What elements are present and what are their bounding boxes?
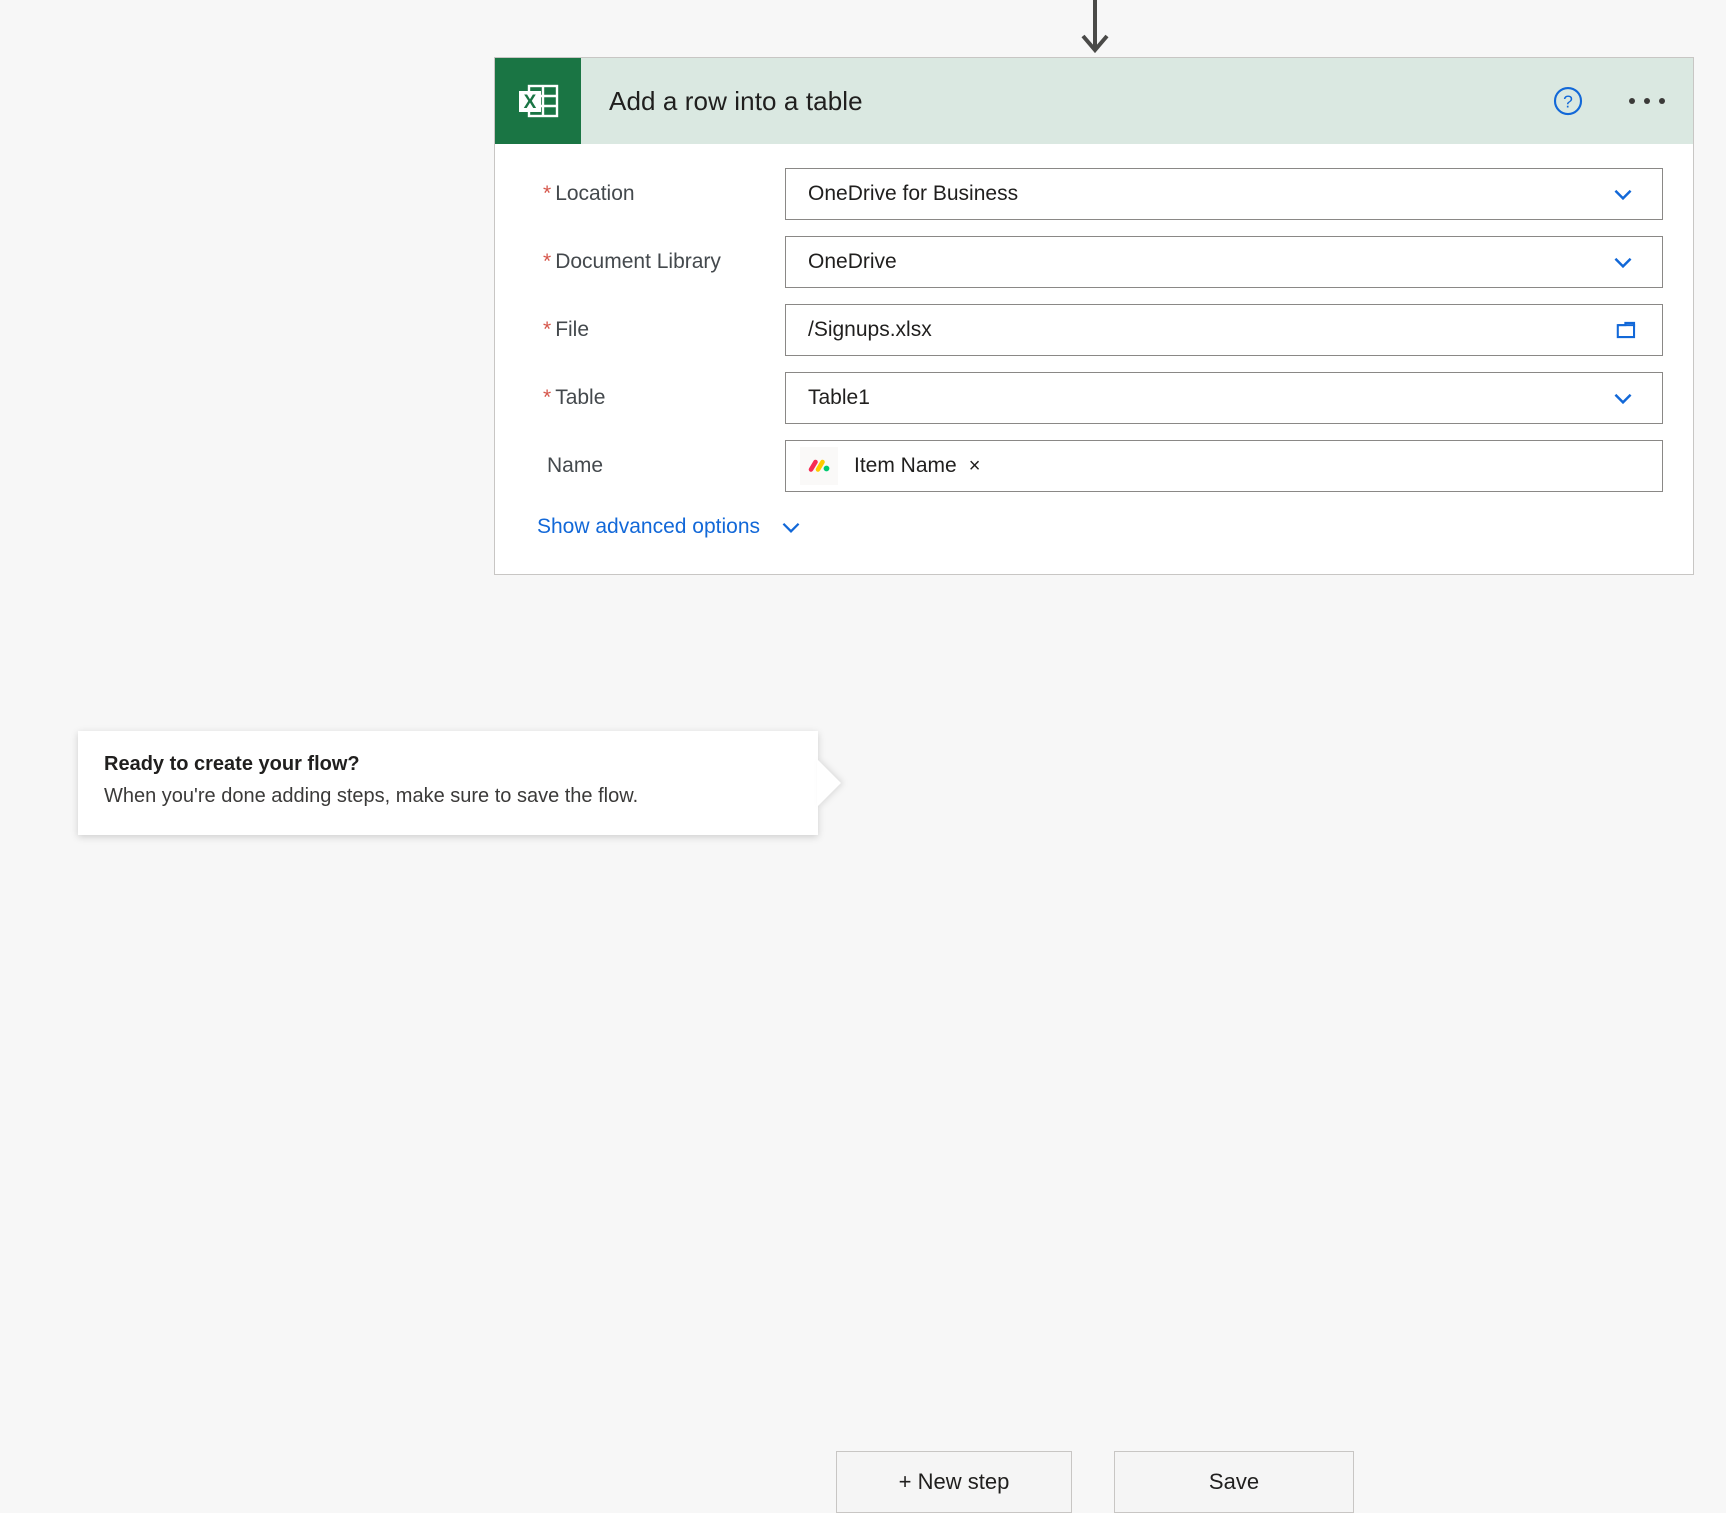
- action-card-body: * Location OneDrive for Business * Documen…: [495, 144, 1693, 574]
- field-label-text: Document Library: [555, 250, 721, 273]
- new-step-button[interactable]: + New step: [836, 1451, 1072, 1513]
- table-value: Table1: [808, 386, 870, 409]
- ellipsis-icon[interactable]: [1627, 92, 1667, 110]
- field-label-text: Name: [547, 454, 604, 477]
- ready-to-create-flow-callout: Ready to create your flow? When you're d…: [78, 731, 818, 835]
- arrow-down-icon: [1081, 0, 1109, 54]
- field-label-table: * Table: [521, 386, 785, 410]
- field-label-name: Name: [521, 454, 785, 478]
- ellipsis-dot: [1659, 98, 1665, 104]
- svg-text:?: ?: [1563, 91, 1573, 111]
- svg-text:X: X: [524, 92, 537, 113]
- action-card-header-actions: ?: [1553, 86, 1667, 116]
- name-token-input[interactable]: Item Name ×: [785, 440, 1663, 492]
- field-row-location: * Location OneDrive for Business: [521, 168, 1663, 220]
- field-row-document-library: * Document Library OneDrive: [521, 236, 1663, 288]
- required-marker: *: [543, 182, 552, 205]
- dynamic-content-token[interactable]: Item Name ×: [800, 447, 980, 485]
- help-circle-icon[interactable]: ?: [1553, 86, 1583, 116]
- token-label: Item Name: [854, 454, 957, 477]
- callout-body: When you're done adding steps, make sure…: [104, 785, 639, 807]
- field-label-text: Table: [555, 386, 606, 409]
- excel-icon: X: [495, 58, 581, 144]
- action-card-header: X Add a row into a table ?: [495, 58, 1693, 144]
- required-marker: *: [543, 250, 552, 273]
- field-row-file: * File /Signups.xlsx: [521, 304, 1663, 356]
- show-advanced-options-link[interactable]: Show advanced options: [521, 514, 804, 540]
- table-dropdown[interactable]: Table1: [785, 372, 1663, 424]
- field-label-text: File: [555, 318, 590, 341]
- action-card: X Add a row into a table ? * Location One…: [494, 57, 1694, 575]
- field-label-location: * Location: [521, 182, 785, 206]
- callout-pointer: [817, 759, 841, 807]
- file-value: /Signups.xlsx: [808, 318, 932, 341]
- monday-icon: [800, 447, 838, 485]
- ellipsis-dot: [1644, 98, 1650, 104]
- location-value: OneDrive for Business: [808, 182, 1019, 205]
- required-marker: *: [543, 386, 552, 409]
- save-button[interactable]: Save: [1114, 1451, 1354, 1513]
- location-dropdown[interactable]: OneDrive for Business: [785, 168, 1663, 220]
- document-library-value: OneDrive: [808, 250, 897, 273]
- callout-title: Ready to create your flow?: [104, 753, 360, 775]
- ellipsis-dot: [1629, 98, 1635, 104]
- field-row-name: Name Item Name ×: [521, 440, 1663, 492]
- bottom-action-bar: Ready to create your flow? When you're d…: [0, 720, 1726, 1513]
- required-marker: *: [543, 318, 552, 341]
- field-label-document-library: * Document Library: [521, 250, 785, 274]
- chevron-down-icon[interactable]: [1610, 249, 1636, 275]
- chevron-down-icon[interactable]: [1610, 385, 1636, 411]
- field-label-text: Location: [555, 182, 635, 205]
- file-input[interactable]: /Signups.xlsx: [785, 304, 1663, 356]
- document-library-dropdown[interactable]: OneDrive: [785, 236, 1663, 288]
- field-row-table: * Table Table1: [521, 372, 1663, 424]
- action-card-title: Add a row into a table: [609, 85, 863, 116]
- folder-icon[interactable]: [1614, 317, 1640, 343]
- token-remove-icon[interactable]: ×: [969, 456, 981, 476]
- show-advanced-options-label: Show advanced options: [537, 515, 760, 538]
- chevron-down-icon[interactable]: [1610, 181, 1636, 207]
- field-label-file: * File: [521, 318, 785, 342]
- chevron-down-icon: [782, 522, 800, 533]
